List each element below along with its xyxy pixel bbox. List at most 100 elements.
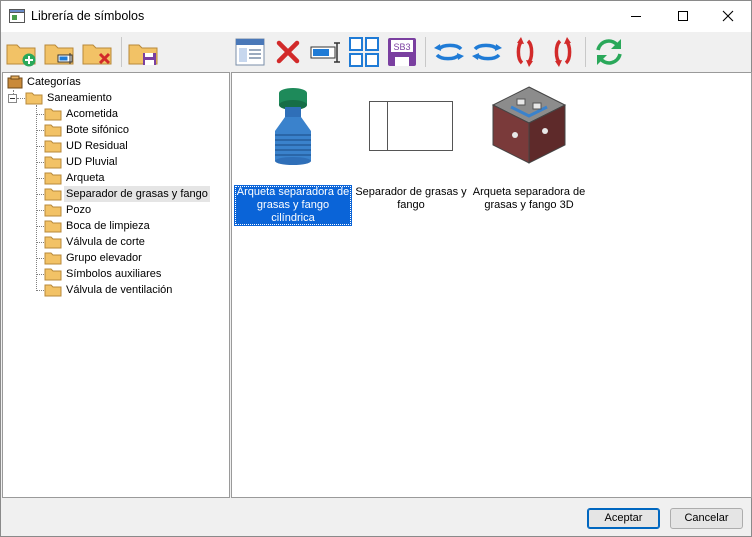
symbol-caption: Arqueta separadora de grasas y fango cil… <box>234 185 352 226</box>
tree-item-label: Válvula de corte <box>66 236 145 248</box>
flip-vertical-icon <box>516 37 534 67</box>
tree-line <box>36 162 44 163</box>
tree-item[interactable]: Válvula de ventilación <box>36 282 226 298</box>
sb3-save-button[interactable]: SB3 <box>386 36 418 68</box>
folder-icon <box>44 236 62 249</box>
tree-item-label: Pozo <box>66 204 92 216</box>
folder-icon <box>44 188 62 201</box>
app-window-icon <box>9 9 25 23</box>
new-folder-icon <box>6 44 36 67</box>
tree-item-label: UD Residual <box>66 140 128 152</box>
grid-view-button[interactable] <box>348 36 380 68</box>
folder-icon <box>44 108 62 121</box>
tree-item-label: Separador de grasas y fango <box>64 186 210 202</box>
delete-folder-button[interactable] <box>81 36 113 68</box>
delete-button[interactable] <box>272 36 304 68</box>
save-folder-button[interactable] <box>127 36 159 68</box>
rename-icon <box>310 42 340 63</box>
rotate-right-button[interactable] <box>471 36 503 68</box>
cylindrical-separator-icon <box>275 88 311 165</box>
tree-item-label: Bote sifónico <box>66 124 129 136</box>
edit-folder-button[interactable] <box>43 36 75 68</box>
tree-item[interactable]: Boca de limpieza <box>36 218 226 234</box>
delete-icon <box>276 40 300 64</box>
accept-button[interactable]: Aceptar <box>587 508 660 529</box>
symbol-caption: Separador de grasas y fango <box>355 186 467 211</box>
tree-item[interactable]: Separador de grasas y fango <box>36 186 226 202</box>
sb3-save-icon: SB3 <box>388 38 416 66</box>
tree-item[interactable]: Válvula de corte <box>36 234 226 250</box>
sb3-label: SB3 <box>393 42 410 52</box>
tree-line <box>36 178 44 179</box>
tree-item-label: Boca de limpieza <box>66 220 150 232</box>
cancel-button[interactable]: Cancelar <box>670 508 743 529</box>
properties-icon <box>235 38 265 66</box>
symbol-item-1[interactable]: Arqueta separadora de grasas y fango cil… <box>234 83 352 226</box>
tree-node-saneamiento[interactable]: Saneamiento <box>8 90 208 106</box>
symbol-grid: Arqueta separadora de grasas y fango cil… <box>231 72 752 498</box>
tree-item-label: Válvula de ventilación <box>66 284 173 296</box>
refresh-button[interactable] <box>593 36 625 68</box>
tree-item[interactable]: Pozo <box>36 202 226 218</box>
properties-button[interactable] <box>234 36 266 68</box>
folder-icon <box>44 124 62 137</box>
new-folder-button[interactable] <box>5 36 37 68</box>
tree-item[interactable]: Símbolos auxiliares <box>36 266 226 282</box>
tree-root-categorias[interactable]: Categorías <box>7 74 207 90</box>
tree-group-label: Saneamiento <box>47 92 112 104</box>
library-window: Librería de símbolos SB3 Categorías Sane… <box>0 0 752 537</box>
save-folder-icon <box>128 44 158 65</box>
tree-line <box>36 290 44 291</box>
minimize-button[interactable] <box>613 1 659 32</box>
window-title: Librería de símbolos <box>31 9 145 23</box>
tree-item[interactable]: Arqueta <box>36 170 226 186</box>
grid-view-icon <box>349 37 379 67</box>
tree-line <box>17 98 25 99</box>
folder-icon <box>44 140 62 153</box>
symbol-item-2[interactable]: Separador de grasas y fango <box>352 83 470 223</box>
collapse-toggle-icon[interactable] <box>8 94 17 103</box>
tree-item-label: UD Pluvial <box>66 156 118 168</box>
open-folder-icon <box>25 92 43 105</box>
tree-item[interactable]: Grupo elevador <box>36 250 226 266</box>
close-button[interactable] <box>705 1 751 32</box>
maximize-icon <box>678 11 688 21</box>
category-box-icon <box>7 75 23 89</box>
rotate-left-icon <box>434 43 464 61</box>
tree-item[interactable]: UD Residual <box>36 138 226 154</box>
rotate-left-button[interactable] <box>433 36 465 68</box>
separator-2d-icon <box>369 101 453 151</box>
tree-item-label: Símbolos auxiliares <box>66 268 162 280</box>
folder-icon <box>44 156 62 169</box>
tree-item[interactable]: UD Pluvial <box>36 154 226 170</box>
flip-vertical-alt-icon <box>554 37 572 67</box>
rotate-right-icon <box>472 43 502 61</box>
close-icon <box>722 10 734 22</box>
folder-icon <box>44 172 62 185</box>
tree-line <box>36 210 44 211</box>
flip-vertical-button[interactable] <box>509 36 541 68</box>
title-bar: Librería de símbolos <box>1 1 751 32</box>
toolbar-separator <box>585 37 586 67</box>
flip-vertical-alt-button[interactable] <box>547 36 579 68</box>
toolbar: SB3 <box>1 32 751 72</box>
tree-item-label: Grupo elevador <box>66 252 142 264</box>
refresh-icon <box>596 39 622 65</box>
tree-item-label: Arqueta <box>66 172 105 184</box>
tree-line <box>36 130 44 131</box>
folder-icon <box>44 252 62 265</box>
tree-item[interactable]: Bote sifónico <box>36 122 226 138</box>
tree-root-label: Categorías <box>27 76 81 88</box>
folder-icon <box>44 284 62 297</box>
maximize-button[interactable] <box>659 1 705 32</box>
tree-line <box>36 114 44 115</box>
symbol-item-3[interactable]: Arqueta separadora de grasas y fango 3D <box>470 83 588 223</box>
edit-folder-icon <box>44 44 74 65</box>
folder-icon <box>44 220 62 233</box>
tree-line <box>36 226 44 227</box>
rename-button[interactable] <box>310 36 342 68</box>
tree-line <box>36 258 44 259</box>
tree-item-label: Acometida <box>66 108 118 120</box>
tree-line <box>36 242 44 243</box>
tree-item[interactable]: Acometida <box>36 106 226 122</box>
